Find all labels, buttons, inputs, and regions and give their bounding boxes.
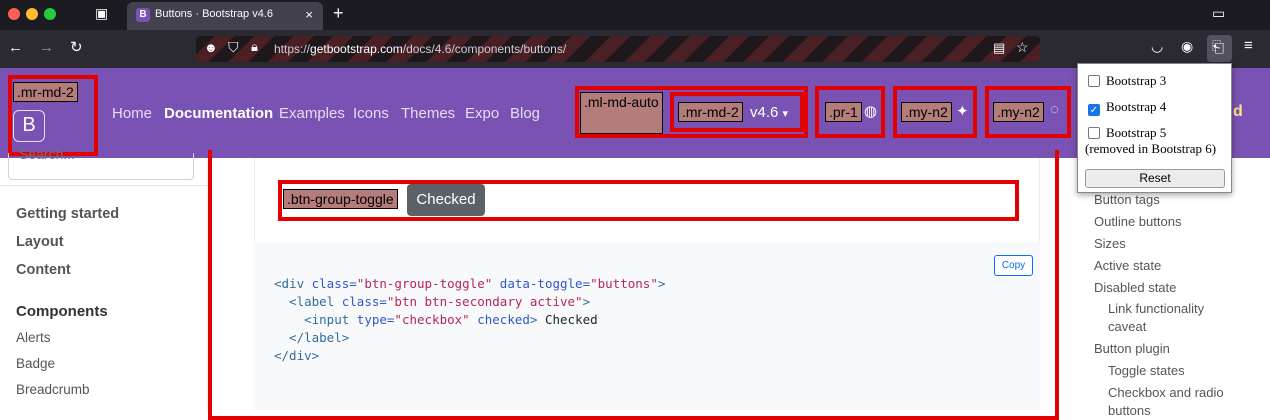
toc-checkbox-radio[interactable]: Checkbox and radio (1108, 385, 1224, 400)
nav-documentation[interactable]: Documentation (164, 105, 273, 122)
reset-button[interactable]: Reset (1085, 169, 1225, 188)
toc-disabled-state[interactable]: Disabled state (1094, 280, 1176, 295)
toc-link-functionality[interactable]: Link functionality (1108, 301, 1204, 316)
hamburger-menu-icon[interactable]: ≡ (1244, 37, 1253, 54)
checkbox-bootstrap-3[interactable] (1088, 75, 1100, 87)
bootstrap-logo[interactable]: B (13, 110, 45, 142)
window-menu-icon[interactable]: ▭ (1212, 5, 1225, 22)
toc-active-state[interactable]: Active state (1094, 258, 1161, 273)
example-preview: .btn-group-toggle Checked (254, 158, 1040, 242)
shield-icon[interactable]: ⛉ (228, 39, 239, 56)
toc-button-plugin[interactable]: Button plugin (1094, 341, 1170, 356)
lock-icon[interactable]: 🔒︎ (251, 39, 258, 55)
toc-outline-buttons[interactable]: Outline buttons (1094, 214, 1181, 229)
toc-toggle-states[interactable]: Toggle states (1108, 363, 1185, 378)
search-input[interactable]: Search... (8, 146, 194, 180)
debug-tag-twitter: .my-n2 (901, 102, 952, 122)
nav-blog[interactable]: Blog (510, 105, 540, 122)
bookmark-star-icon[interactable]: ☆ (1016, 39, 1029, 56)
sidebar-divider (0, 185, 208, 186)
toc-sizes[interactable]: Sizes (1094, 236, 1126, 251)
bootstrap-favicon-icon: B (136, 8, 150, 22)
address-bar[interactable]: ☻ ⛉ 🔒︎ https://getbootstrap.com/docs/4.6… (196, 36, 1040, 62)
nav-themes[interactable]: Themes (401, 105, 455, 122)
docs-sidebar: Search... Getting started Layout Content… (0, 146, 208, 410)
version-dropdown[interactable]: v4.6 ▾ (750, 104, 788, 121)
code-line-3: <input type="checkbox" checked> Checked (274, 312, 598, 327)
sidebar-item-alerts[interactable]: Alerts (16, 330, 51, 345)
code-line-5: </div> (274, 348, 320, 363)
browser-titlebar: ▣ B Buttons · Bootstrap v4.6 × + ▭ (0, 0, 1270, 30)
sidebar-item-badge[interactable]: Badge (16, 356, 55, 371)
chevron-down-icon: ▾ (782, 108, 789, 120)
option-bootstrap-3[interactable]: Bootstrap 3 (1088, 73, 1166, 89)
code-line-4: </label> (274, 330, 350, 345)
browser-tab[interactable]: B Buttons · Bootstrap v4.6 × (127, 2, 323, 30)
nav-expo[interactable]: Expo (465, 105, 499, 122)
puzzle-icon: ⎗ (1212, 39, 1225, 56)
tab-overview-icon[interactable]: ▣ (95, 5, 108, 22)
sidebar-group-layout[interactable]: Layout (16, 234, 64, 250)
debug-tag-version: .mr-md-2 (678, 102, 743, 122)
account-icon[interactable]: ◉ (1181, 38, 1193, 55)
debug-tag-example: .btn-group-toggle (283, 189, 398, 209)
option-bootstrap-3-label: Bootstrap 3 (1106, 73, 1167, 88)
pocket-icon[interactable]: ◡ (1151, 38, 1163, 55)
sidebar-group-getting-started[interactable]: Getting started (16, 206, 119, 222)
toc-button-tags[interactable]: Button tags (1094, 192, 1160, 207)
checkbox-bootstrap-5[interactable] (1088, 127, 1100, 139)
reader-view-icon[interactable]: ▤ (993, 40, 1005, 56)
checkbox-bootstrap-4[interactable]: ✓ (1088, 104, 1100, 116)
option-bootstrap-5[interactable]: Bootstrap 5 (1088, 125, 1166, 141)
extensions-button[interactable]: ⎗ (1207, 35, 1232, 62)
bootstrap-version-popup: Bootstrap 3 ✓ Bootstrap 4 Bootstrap 5 (re… (1077, 63, 1232, 193)
debug-tag-slack: .my-n2 (993, 102, 1044, 122)
toc-link-functionality-cont[interactable]: caveat (1108, 319, 1146, 334)
option-bootstrap-4[interactable]: ✓ Bootstrap 4 (1088, 99, 1166, 116)
code-line-1: <div class="btn-group-toggle" data-toggl… (274, 276, 666, 291)
option-bootstrap-5-label: Bootstrap 5 (1106, 125, 1167, 140)
close-window-icon[interactable] (8, 8, 20, 20)
debug-tag-ml-auto: .ml-md-auto (580, 92, 663, 134)
sidebar-group-content[interactable]: Content (16, 262, 71, 278)
copy-button[interactable]: Copy (994, 255, 1033, 276)
main-content: .btn-group-toggle Checked Copy <div clas… (254, 158, 1040, 410)
tab-close-icon[interactable]: × (305, 7, 313, 22)
forward-icon[interactable]: → (39, 39, 54, 56)
nav-examples[interactable]: Examples (279, 105, 345, 122)
tab-title: Buttons · Bootstrap v4.6 (155, 8, 274, 20)
toc-checkbox-radio-cont[interactable]: buttons (1108, 403, 1151, 418)
back-icon[interactable]: ← (8, 39, 23, 56)
minimize-window-icon[interactable] (26, 8, 38, 20)
sidebar-item-breadcrumb[interactable]: Breadcrumb (16, 382, 90, 397)
table-of-contents: Button tags Outline buttons Sizes Active… (1076, 190, 1270, 418)
code-line-2: <label class="btn btn-secondary active"> (274, 294, 591, 309)
reload-icon[interactable]: ↻ (70, 38, 83, 56)
nav-home[interactable]: Home (112, 105, 152, 122)
search-placeholder: Search... (19, 146, 76, 162)
new-tab-button[interactable]: + (333, 3, 344, 24)
github-icon[interactable]: ◍ (864, 102, 877, 120)
checked-toggle-button[interactable]: Checked (407, 184, 485, 216)
option-bootstrap-4-label: Bootstrap 4 (1106, 99, 1167, 114)
extension-avatar-icon: ☻ (204, 40, 218, 55)
bootstrap-5-note: (removed in Bootstrap 6) (1085, 141, 1217, 156)
debug-tag-github: .pr-1 (825, 102, 862, 122)
download-button-fragment[interactable]: d (1233, 103, 1243, 121)
slack-icon[interactable]: ◌ (1050, 101, 1059, 118)
url-text: https://getbootstrap.com/docs/4.6/compon… (274, 42, 567, 56)
code-snippet: Copy <div class="btn-group-toggle" data-… (254, 242, 1040, 410)
nav-icons[interactable]: Icons (353, 105, 389, 122)
maximize-window-icon[interactable] (44, 8, 56, 20)
debug-tag-logo: .mr-md-2 (13, 82, 78, 102)
twitter-icon[interactable]: ✦ (956, 102, 969, 120)
sidebar-group-components[interactable]: Components (16, 303, 108, 320)
